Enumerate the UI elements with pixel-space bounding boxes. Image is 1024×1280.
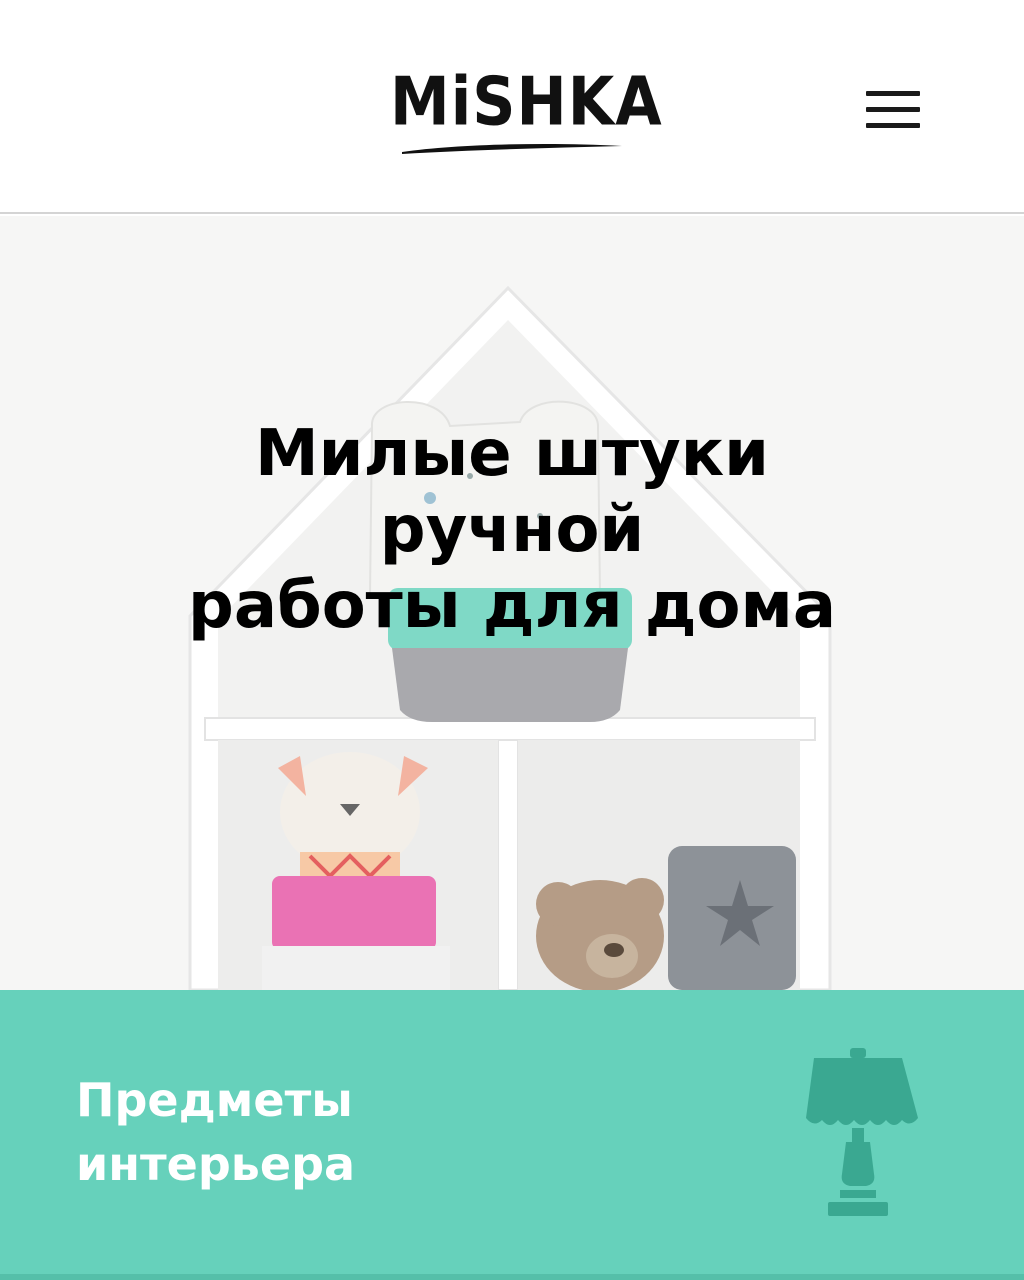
- site-header: MiSHKA: [0, 0, 1024, 214]
- hero-title-line: работы для дома: [188, 569, 836, 643]
- logo-text: MiSHKA: [390, 62, 663, 142]
- category-label-line: интерьера: [76, 1137, 356, 1191]
- hero-title-line: Милые штуки: [254, 417, 770, 491]
- hero-title: Милые штуки ручной работы для дома: [112, 416, 912, 644]
- logo-underline: [402, 144, 622, 154]
- menu-button[interactable]: [860, 84, 926, 138]
- hamburger-menu-icon: [866, 91, 920, 96]
- category-label: Предметы интерьера: [76, 1068, 596, 1196]
- lamp-icon: [806, 1048, 918, 1216]
- hero-banner: Милые штуки ручной работы для дома: [0, 216, 1024, 990]
- hero-title-line: ручной: [379, 493, 645, 567]
- category-label-line: Предметы: [76, 1073, 353, 1127]
- category-interior-items[interactable]: Предметы интерьера: [0, 990, 1024, 1280]
- logo[interactable]: MiSHKA: [390, 62, 662, 158]
- bottom-edge: [0, 1274, 1024, 1280]
